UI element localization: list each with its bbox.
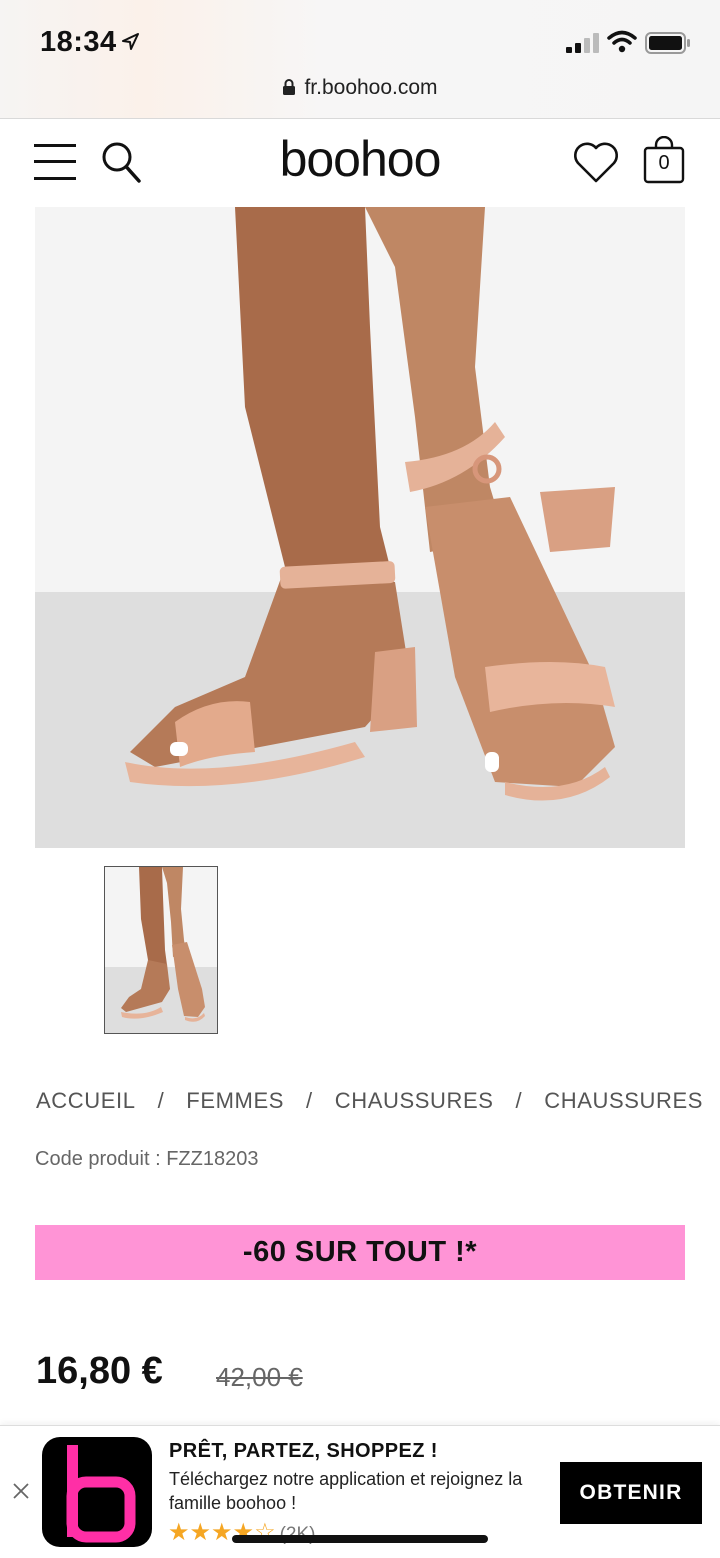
bag-count: 0 [658,152,670,174]
sale-price: 16,80 € [36,1350,163,1392]
thumbnail-photo [105,867,217,1033]
banner-text: Téléchargez notre application et rejoign… [169,1469,523,1513]
breadcrumb-item-chaussures-sub[interactable]: CHAUSSURES [544,1088,703,1114]
address-bar[interactable]: fr.boohoo.com [0,76,720,100]
breadcrumb-separator: / [515,1088,523,1113]
breadcrumb-separator: / [306,1088,313,1113]
product-code: Code produit : FZZ18203 [35,1148,258,1171]
product-photo [35,207,685,848]
breadcrumb-item-femmes[interactable]: FEMMES [186,1088,284,1114]
get-app-button[interactable]: OBTENIR [560,1462,702,1524]
cellular-signal-icon [566,33,599,53]
product-code-value: FZZ18203 [166,1148,259,1170]
product-image[interactable] [35,207,685,848]
app-icon[interactable] [42,1437,152,1547]
breadcrumb-item-chaussures[interactable]: CHAUSSURES [335,1088,494,1114]
close-icon[interactable] [12,1482,30,1500]
promo-banner[interactable]: -60 SUR TOUT !* [35,1225,685,1280]
breadcrumb-item-accueil[interactable]: ACCUEIL [36,1088,136,1114]
status-bar: 18:34 fr.boohoo.com [0,0,720,119]
battery-icon [645,32,690,54]
clock: 18:34 [40,26,117,58]
heart-icon[interactable] [572,140,620,184]
banner-title: PRÊT, PARTEZ, SHOPPEZ ! [169,1440,438,1462]
wifi-icon [607,30,637,53]
breadcrumb-separator: / [157,1088,165,1113]
product-code-label: Code produit : [35,1148,167,1170]
boohoo-b-logo-icon [66,1445,136,1543]
url-text: fr.boohoo.com [304,76,438,99]
product-thumbnail[interactable] [104,866,218,1034]
original-price: 42,00 € [216,1362,303,1392]
location-arrow-icon [122,33,139,50]
home-indicator[interactable] [232,1535,488,1543]
breadcrumb: ACCUEIL / FEMMES / CHAUSSURES / CHAUSSURES [36,1088,720,1118]
lock-icon [283,79,296,95]
